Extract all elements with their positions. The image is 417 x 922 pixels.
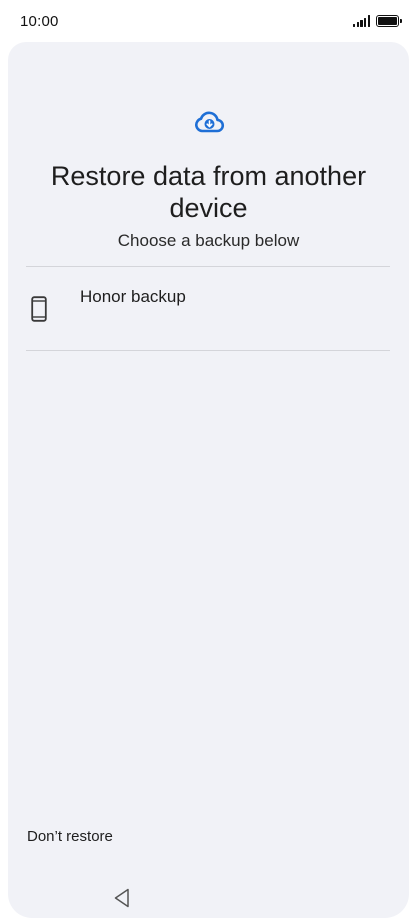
restore-sheet: Restore data from another device Choose … bbox=[8, 42, 409, 918]
status-bar: 10:00 bbox=[0, 0, 417, 42]
page-subtitle: Choose a backup below bbox=[117, 231, 300, 250]
dont-restore-button[interactable]: Don’t restore bbox=[27, 828, 113, 845]
backup-item-label: Honor backup bbox=[80, 287, 186, 306]
phone-icon bbox=[31, 296, 47, 322]
signal-icon bbox=[353, 15, 370, 27]
cloud-icon-container bbox=[8, 110, 409, 140]
divider-bottom bbox=[26, 350, 390, 351]
back-triangle-icon[interactable] bbox=[112, 887, 132, 909]
status-time: 10:00 bbox=[20, 12, 59, 30]
screen: 10:00 Restore data from another device C… bbox=[0, 0, 417, 922]
backup-item-honor[interactable]: Honor backup bbox=[26, 267, 390, 351]
status-icons bbox=[353, 15, 402, 27]
cloud-download-icon bbox=[194, 111, 224, 133]
page-title: Restore data from another device bbox=[50, 161, 367, 223]
battery-icon bbox=[376, 15, 402, 27]
